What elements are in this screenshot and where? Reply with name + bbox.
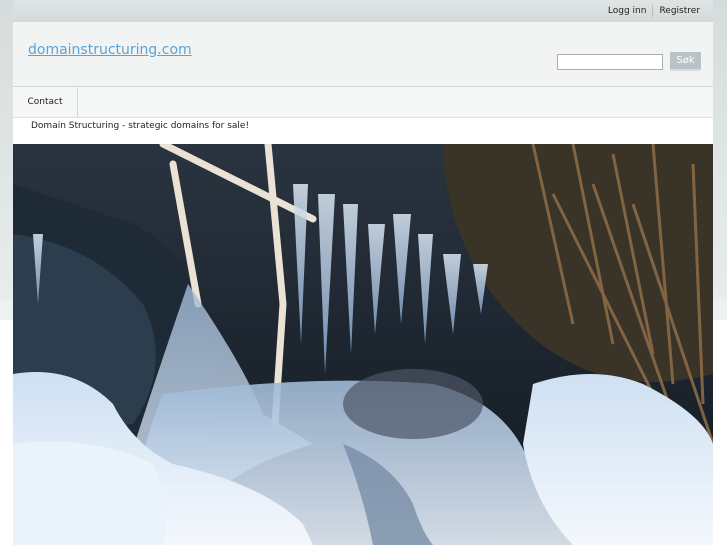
page-container: Logg inn Registrer domainstructuring.com…: [13, 0, 715, 545]
top-bar: Logg inn Registrer: [13, 0, 713, 22]
nav-item-contact[interactable]: Contact: [13, 87, 78, 117]
user-links: Logg inn Registrer: [602, 0, 706, 22]
register-link[interactable]: Registrer: [653, 6, 706, 16]
site-tagline: Domain Structuring - strategic domains f…: [31, 121, 250, 131]
site-header: domainstructuring.com Søk: [13, 22, 713, 87]
site-title-link[interactable]: domainstructuring.com: [28, 42, 192, 58]
main-nav: Contact: [13, 87, 713, 118]
hero-image: [13, 140, 715, 545]
search-button[interactable]: Søk: [670, 52, 701, 71]
search-input[interactable]: [557, 54, 663, 70]
login-link[interactable]: Logg inn: [602, 6, 653, 16]
frozen-waterfall-photo-icon: [13, 140, 715, 545]
